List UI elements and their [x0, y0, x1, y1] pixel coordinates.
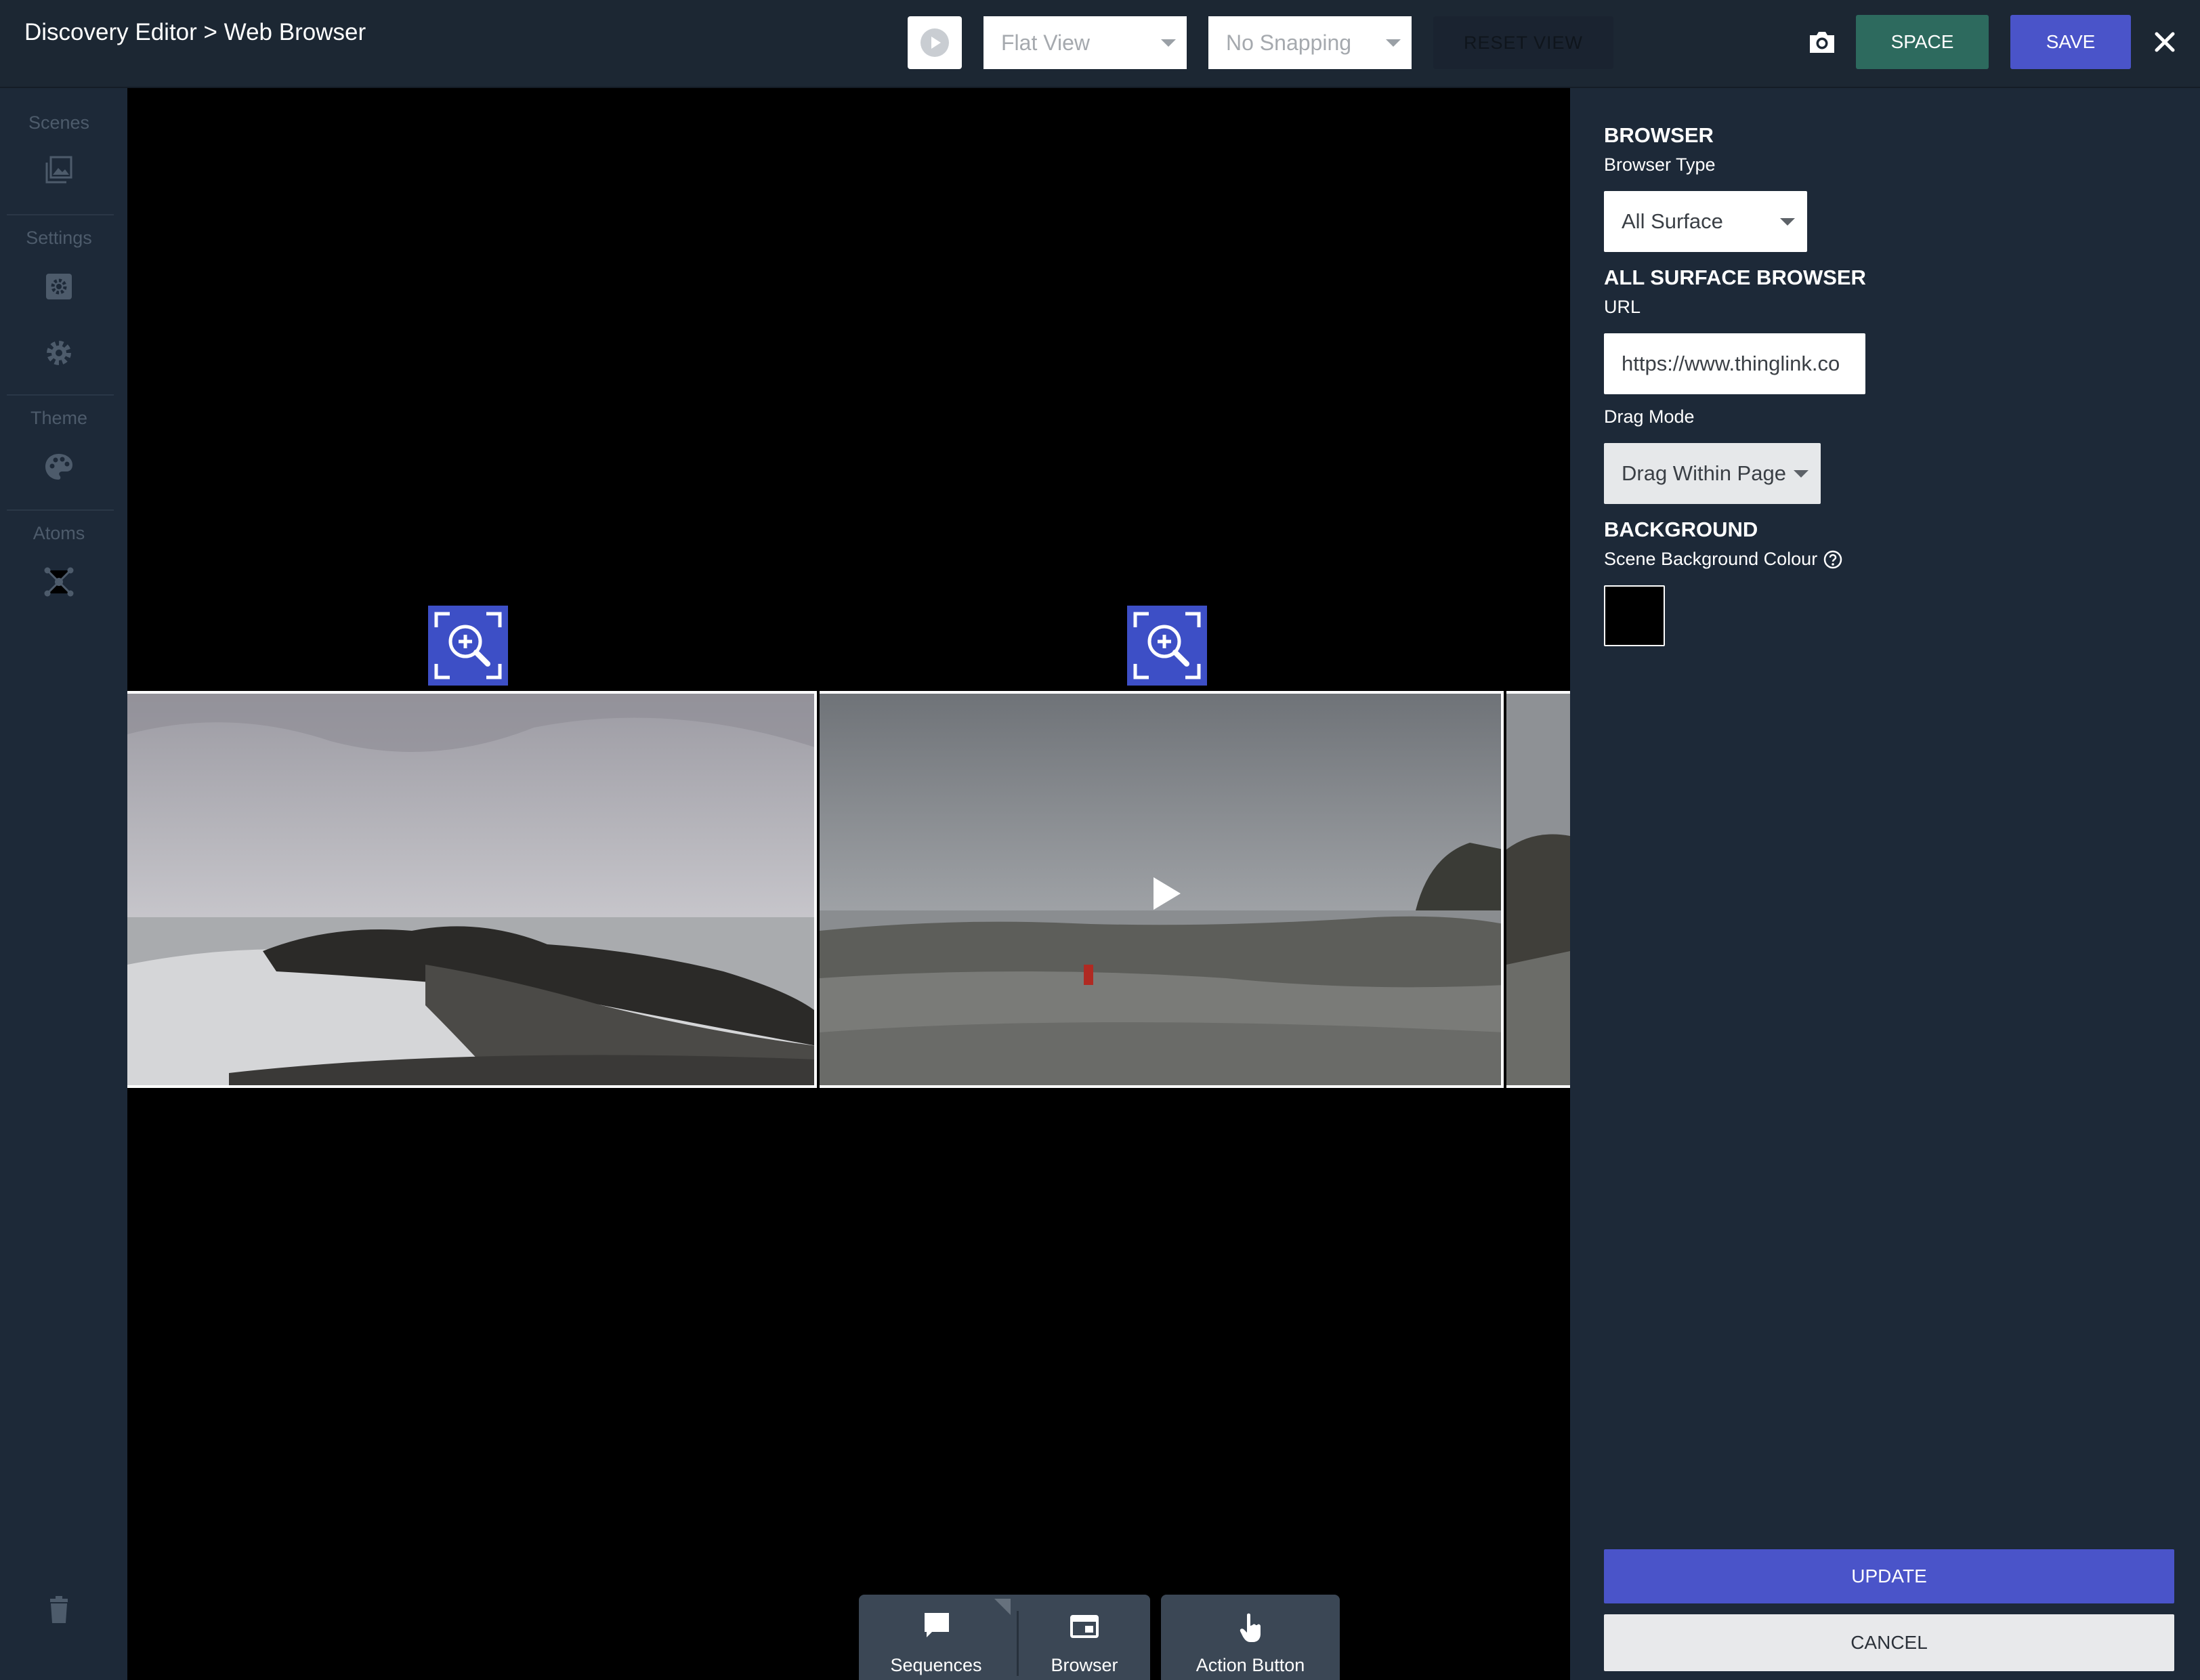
drag-mode-select[interactable]: Drag Within Page: [1604, 443, 1821, 504]
sidebar-label-settings: Settings: [26, 228, 92, 248]
browser-label: Browser: [1051, 1655, 1118, 1675]
speech-bubble-icon: [925, 1613, 949, 1637]
bg-colour-swatch[interactable]: [1604, 585, 1665, 646]
update-button[interactable]: UPDATE: [1604, 1549, 2174, 1603]
browser-type-value: All Surface: [1622, 209, 1723, 233]
palette-icon[interactable]: [42, 450, 76, 484]
chevron-down-icon: [1794, 470, 1808, 478]
url-value: https://www.thinglink.co: [1622, 352, 1840, 375]
chevron-down-icon: [1161, 39, 1176, 47]
sidebar-divider: [7, 509, 114, 511]
zoom-in-icon: [434, 612, 502, 679]
zoom-in-icon: [1133, 612, 1201, 679]
url-label: URL: [1604, 297, 1641, 317]
view-mode-select[interactable]: Flat View: [983, 16, 1187, 69]
all-surface-heading: ALL SURFACE BROWSER: [1604, 266, 1866, 289]
space-button[interactable]: SPACE: [1856, 15, 1989, 69]
url-input[interactable]: https://www.thinglink.co: [1604, 333, 1865, 394]
help-icon[interactable]: [1823, 549, 1843, 570]
drag-mode-label: Drag Mode: [1604, 406, 1695, 427]
panorama-panel: [127, 691, 817, 1088]
cancel-button[interactable]: CANCEL: [1604, 1614, 2174, 1671]
network-nodes-icon[interactable]: [42, 565, 76, 599]
properties-panel: BROWSER Browser Type All Surface ALL SUR…: [1571, 88, 2200, 1680]
chevron-down-icon: [1386, 39, 1401, 47]
browser-window-icon: [1070, 1615, 1099, 1638]
view-mode-value: Flat View: [1001, 30, 1091, 55]
background-heading: BACKGROUND: [1604, 518, 1758, 541]
scene-settings-icon[interactable]: [42, 270, 76, 303]
action-button-label: Action Button: [1196, 1655, 1305, 1675]
zoom-hotspot[interactable]: [428, 606, 508, 686]
sidebar-divider: [7, 214, 114, 215]
browser-type-label: Browser Type: [1604, 154, 1716, 175]
browser-tool[interactable]: Browser: [1019, 1595, 1150, 1680]
play-icon: [921, 28, 949, 57]
sidebar-label-theme: Theme: [30, 408, 88, 428]
drag-mode-value: Drag Within Page: [1622, 461, 1786, 485]
sequences-browser-group: Sequences Browser: [859, 1595, 1150, 1680]
breadcrumb: Discovery Editor > Web Browser: [24, 19, 366, 45]
trash-icon[interactable]: [42, 1593, 76, 1627]
pointer-hand-icon: [1240, 1613, 1261, 1642]
scene-canvas[interactable]: [127, 88, 1570, 1680]
close-icon[interactable]: [2149, 26, 2181, 58]
zoom-hotspot[interactable]: [1127, 606, 1207, 686]
panorama-panel: [1506, 691, 1570, 1088]
camera-icon[interactable]: [1806, 26, 1838, 58]
video-play-icon[interactable]: [1154, 877, 1181, 910]
bg-colour-label-row: Scene Background Colour: [1604, 549, 1843, 570]
coastline-image: [1506, 694, 1570, 1085]
bg-colour-label: Scene Background Colour: [1604, 549, 1818, 569]
penguin-beach-image: [127, 694, 814, 1085]
sidebar-label-atoms: Atoms: [33, 523, 85, 543]
browser-type-select[interactable]: All Surface: [1604, 191, 1807, 252]
sequences-label: Sequences: [890, 1655, 982, 1675]
gear-icon[interactable]: [42, 336, 76, 370]
sequences-tool[interactable]: Sequences: [859, 1595, 1013, 1680]
browser-heading: BROWSER: [1604, 123, 1714, 147]
sidebar-label-scenes: Scenes: [28, 112, 90, 133]
sidebar-divider: [7, 394, 114, 396]
corner-marker: [994, 1599, 1011, 1615]
chevron-down-icon: [1780, 218, 1795, 226]
save-button[interactable]: SAVE: [2010, 15, 2131, 69]
action-button-tool[interactable]: Action Button: [1161, 1595, 1340, 1680]
left-sidebar: Scenes Settings Theme Atoms: [0, 88, 127, 1680]
snapping-select[interactable]: No Snapping: [1208, 16, 1412, 69]
snapping-value: No Snapping: [1226, 30, 1352, 55]
reset-view-button[interactable]: RESET VIEW: [1433, 16, 1613, 69]
play-preview-button[interactable]: [908, 16, 962, 69]
image-gallery-icon[interactable]: [42, 153, 76, 187]
panorama-strip[interactable]: [127, 691, 1570, 1088]
